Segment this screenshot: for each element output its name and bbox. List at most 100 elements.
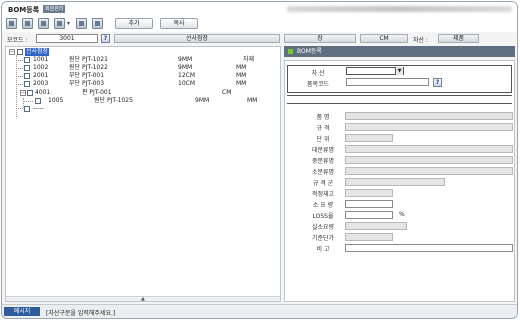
- tree-row[interactable]: -----: [6, 105, 276, 113]
- right-panel-header: BOM등록: [284, 46, 515, 57]
- scroll-up-icon[interactable]: ▲: [141, 296, 145, 302]
- tree-row[interactable]: − 4001 판 PJT-001 CM: [6, 89, 276, 97]
- export-icon[interactable]: [92, 18, 103, 29]
- blurred-info: [287, 6, 512, 12]
- new-icon[interactable]: [6, 18, 17, 29]
- tree-checkbox[interactable]: [27, 90, 33, 96]
- chevron-down-icon[interactable]: ▾: [67, 20, 70, 27]
- code-search-button[interactable]: ?: [101, 34, 110, 43]
- tree-row-code: -----: [33, 105, 44, 112]
- item-code-label: 품목코드: [306, 81, 330, 88]
- tree-checkbox[interactable]: [24, 106, 30, 112]
- parent-code-label: 모코드 :: [7, 37, 28, 44]
- tree-row-unit: MM: [236, 64, 247, 71]
- bom-window: BOM등록 회원관리 ▾ 추가 복사 모코드 : 3001 ? 선사점장 장 C…: [1, 1, 518, 319]
- tree-row[interactable]: 1002 원단 PJT-1022 9MM MM: [6, 64, 276, 72]
- form-label: 품 명: [316, 114, 330, 121]
- middle-category-field: [345, 156, 513, 164]
- code-row: 모코드 : 3001 ? 선사점장 장 CM 자산 : 제품: [2, 33, 517, 45]
- tree-row-size: 9MM: [178, 64, 193, 71]
- tree-row-code: 4001: [35, 89, 51, 96]
- tree-checkbox[interactable]: [24, 57, 30, 63]
- item-code-input[interactable]: [346, 78, 429, 86]
- horizontal-scrollbar[interactable]: ▲: [6, 296, 280, 302]
- asset-select[interactable]: ▼: [346, 67, 404, 75]
- actual-qty-field: [345, 222, 407, 230]
- form-label: 소 요 량: [312, 202, 334, 209]
- required-qty-input[interactable]: [345, 200, 393, 208]
- loss-rate-input[interactable]: [345, 211, 393, 219]
- form-top-section: 자 산 ▼ 품목코드 ?: [287, 65, 512, 93]
- tree-row-spec: 원단 PJT-1021: [69, 56, 108, 63]
- toolbar: ▾ 추가 복사: [2, 16, 517, 32]
- form-label: 규 격 군: [312, 180, 334, 187]
- cm-display: CM: [360, 34, 408, 43]
- collapse-icon[interactable]: −: [20, 90, 26, 96]
- proper-stock-field: [345, 189, 393, 197]
- item-name-display: 선사점장: [114, 34, 280, 43]
- unit-field: [345, 134, 393, 142]
- tree-row-code: 1002: [33, 64, 49, 71]
- asset-display: 제품: [438, 34, 479, 43]
- tree-row-code: 2003: [33, 80, 49, 87]
- tree-row-unit: MM: [247, 97, 258, 104]
- tree-row[interactable]: 1005 원단 PJT-1025 9MM MM: [6, 97, 276, 105]
- form-label: LOSS율: [312, 213, 334, 220]
- item-code-search-button[interactable]: ?: [433, 78, 442, 87]
- form-label: 기준단가: [311, 235, 335, 242]
- copy-button[interactable]: 복사: [160, 18, 198, 29]
- form-label: 단 위: [316, 136, 330, 143]
- remarks-input[interactable]: [345, 244, 513, 252]
- chevron-down-icon[interactable]: ▼: [395, 67, 403, 75]
- form-label: 소분류명: [311, 169, 335, 176]
- add-button[interactable]: 추가: [115, 18, 153, 29]
- tree-row-code: 1005: [48, 97, 64, 104]
- form-divider-section: [287, 95, 512, 104]
- parent-code-input[interactable]: 3001: [36, 34, 98, 43]
- grid-icon[interactable]: [22, 18, 33, 29]
- major-category-field: [345, 145, 513, 153]
- window-title: BOM등록: [8, 6, 40, 14]
- tree-row-size: 9MM: [195, 97, 210, 104]
- tree-checkbox[interactable]: [35, 98, 41, 104]
- status-bar: 메시지 [자산구분을 입력해주세요.]: [2, 304, 517, 318]
- form-label: 실소요량: [311, 224, 335, 231]
- minor-category-field: [345, 167, 513, 175]
- collapse-icon[interactable]: −: [9, 49, 15, 55]
- tree-row-size: 9MM: [178, 56, 193, 63]
- tree-row-spec: 부단 PJT-001: [69, 72, 105, 79]
- print-icon[interactable]: [54, 18, 65, 29]
- tree-checkbox[interactable]: [24, 73, 30, 79]
- tree-checkbox[interactable]: [17, 49, 23, 55]
- tree-row-unit: MM: [236, 80, 247, 87]
- percent-unit: %: [399, 211, 405, 218]
- tree-row-unit: CM: [222, 89, 232, 96]
- form-label: 비 고: [316, 246, 330, 253]
- tree-row[interactable]: 1001 원단 PJT-1021 9MM 자재: [6, 56, 276, 64]
- tree-checkbox[interactable]: [24, 65, 30, 71]
- unit-display: 장: [284, 34, 356, 43]
- tree-row-spec: 원단 PJT-1025: [94, 97, 133, 104]
- tree-row[interactable]: 2001 부단 PJT-001 12CM MM: [6, 72, 276, 80]
- standard-price-field: [345, 233, 393, 241]
- status-tag: 메시지: [4, 307, 40, 316]
- form-label: 규 격: [316, 125, 330, 132]
- tree-checkbox[interactable]: [24, 81, 30, 87]
- tree-root-label: 선사점장: [25, 48, 50, 56]
- spec-field: [345, 123, 513, 131]
- tree-row-unit: MM: [236, 72, 247, 79]
- save-icon[interactable]: [76, 18, 87, 29]
- tree-root[interactable]: − 선사점장: [6, 48, 276, 56]
- asset-label: 자산 :: [413, 37, 428, 44]
- tree-row-code: 2001: [33, 72, 49, 79]
- tree-row-spec: 판 PJT-001: [82, 89, 112, 96]
- tree-row-size: 12CM: [178, 72, 196, 79]
- form-label: 대분류명: [311, 147, 335, 154]
- tree-row-size: 10CM: [178, 80, 196, 87]
- delete-icon[interactable]: [38, 18, 49, 29]
- form-label: 적정재고: [311, 191, 335, 198]
- status-message: [자산구분을 입력해주세요.]: [46, 310, 116, 317]
- tree-row-spec: 부단 PJT-003: [69, 80, 105, 87]
- tree-row[interactable]: 2003 부단 PJT-003 10CM MM: [6, 80, 276, 88]
- tree-row-code: 1001: [33, 56, 49, 63]
